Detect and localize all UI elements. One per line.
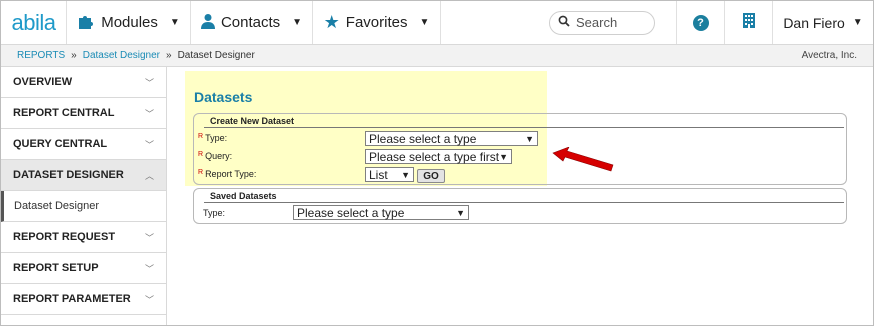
sidebar-item-report-request[interactable]: REPORT REQUEST ﹀ xyxy=(1,222,166,253)
query-select[interactable]: Please select a type first ▼ xyxy=(365,149,512,164)
favorites-menu[interactable]: ★ Favorites ▼ xyxy=(313,1,441,44)
chevron-down-icon: ﹀ xyxy=(144,108,154,119)
building-icon xyxy=(742,12,756,34)
saved-type-field-label: Type: xyxy=(203,208,226,218)
chevron-down-icon: ▼ xyxy=(525,133,534,144)
favorites-label: Favorites xyxy=(345,14,408,31)
sidebar-item-label: REPORT REQUEST xyxy=(13,231,116,243)
saved-datasets-legend: Saved Datasets xyxy=(210,191,277,201)
breadcrumb-dataset-designer-link[interactable]: Dataset Designer xyxy=(83,50,160,61)
legend-divider xyxy=(204,202,844,203)
chevron-down-icon: ▼ xyxy=(456,207,465,218)
search-input[interactable]: Search xyxy=(549,10,655,35)
caret-down-icon: ▼ xyxy=(292,17,303,28)
required-marker: R xyxy=(198,133,204,140)
organization-button[interactable] xyxy=(725,1,773,44)
report-type-field-label: R Report Type: xyxy=(198,169,257,179)
help-icon: ? xyxy=(692,14,709,31)
sidebar-item-label: DATASET DESIGNER xyxy=(13,169,124,181)
saved-type-select[interactable]: Please select a type ▼ xyxy=(293,205,469,220)
type-select[interactable]: Please select a type ▼ xyxy=(365,131,538,146)
required-marker: R xyxy=(198,169,204,176)
chevron-down-icon: ﹀ xyxy=(144,263,154,274)
page-title: Datasets xyxy=(194,89,253,105)
type-field-label: R Type: xyxy=(198,133,228,143)
query-select-value: Please select a type first xyxy=(369,149,500,164)
report-type-select-value: List xyxy=(369,167,388,182)
contacts-menu[interactable]: Contacts ▼ xyxy=(191,1,313,44)
sidebar-item-query-central[interactable]: QUERY CENTRAL ﹀ xyxy=(1,129,166,160)
report-type-select[interactable]: List ▼ xyxy=(365,167,414,182)
puzzle-icon xyxy=(77,13,95,33)
caret-down-icon: ▼ xyxy=(852,17,863,28)
search-placeholder: Search xyxy=(576,15,618,30)
chevron-down-icon: ﹀ xyxy=(144,232,154,243)
breadcrumb-separator: » xyxy=(71,50,77,61)
modules-menu[interactable]: Modules ▼ xyxy=(67,1,191,44)
create-dataset-legend: Create New Dataset xyxy=(210,116,295,126)
legend-divider xyxy=(204,127,844,128)
search-area: Search xyxy=(545,1,677,44)
chevron-down-icon: ﹀ xyxy=(144,77,154,88)
caret-down-icon: ▼ xyxy=(419,17,430,28)
abila-logo[interactable]: abila xyxy=(1,1,67,44)
saved-type-select-value: Please select a type xyxy=(297,205,405,220)
breadcrumb-current: Dataset Designer xyxy=(177,50,255,61)
sidebar-item-report-parameter[interactable]: REPORT PARAMETER ﹀ xyxy=(1,284,166,315)
go-button[interactable]: GO xyxy=(417,169,445,183)
chevron-down-icon: ﹀ xyxy=(144,294,154,305)
sidebar-item-label: REPORT SETUP xyxy=(13,262,99,274)
top-nav: abila Modules ▼ Contacts ▼ ★ Favorites ▼ xyxy=(1,1,873,45)
modules-label: Modules xyxy=(101,14,158,31)
sidebar: OVERVIEW ﹀ REPORT CENTRAL ﹀ QUERY CENTRA… xyxy=(1,67,167,325)
chevron-down-icon: ▼ xyxy=(499,151,508,162)
organization-name: Avectra, Inc. xyxy=(801,50,857,61)
sidebar-item-report-setup[interactable]: REPORT SETUP ﹀ xyxy=(1,253,166,284)
breadcrumb-reports[interactable]: REPORTS xyxy=(17,50,65,61)
sidebar-item-label: QUERY CENTRAL xyxy=(13,138,108,150)
create-dataset-panel: Create New Dataset R Type: Please select … xyxy=(193,113,847,185)
chevron-up-icon: ︿ xyxy=(144,170,154,181)
sidebar-item-report-central[interactable]: REPORT CENTRAL ﹀ xyxy=(1,98,166,129)
person-icon xyxy=(200,13,215,33)
sidebar-subitem-dataset-designer[interactable]: Dataset Designer xyxy=(1,191,166,222)
sidebar-item-overview[interactable]: OVERVIEW ﹀ xyxy=(1,67,166,98)
main-content: Datasets Create New Dataset R Type: Pleas… xyxy=(167,67,873,325)
sidebar-item-label: REPORT CENTRAL xyxy=(13,107,115,119)
sidebar-item-label: REPORT PARAMETER xyxy=(13,293,131,305)
red-arrow-icon xyxy=(552,147,614,172)
contacts-label: Contacts xyxy=(220,14,281,31)
user-menu[interactable]: Dan Fiero ▼ xyxy=(773,1,873,44)
app-window: abila Modules ▼ Contacts ▼ ★ Favorites ▼ xyxy=(0,0,874,326)
breadcrumb: REPORTS » Dataset Designer » Dataset Des… xyxy=(1,45,873,67)
search-icon xyxy=(558,15,570,30)
chevron-down-icon: ﹀ xyxy=(144,139,154,150)
sidebar-item-label: OVERVIEW xyxy=(13,76,73,88)
saved-datasets-panel: Saved Datasets Type: Please select a typ… xyxy=(193,188,847,224)
breadcrumb-separator: » xyxy=(166,50,172,61)
star-icon: ★ xyxy=(323,12,340,32)
required-marker: R xyxy=(198,151,204,158)
sidebar-item-label: Dataset Designer xyxy=(14,200,99,212)
query-field-label: R Query: xyxy=(198,151,233,161)
caret-down-icon: ▼ xyxy=(169,17,180,28)
type-select-value: Please select a type xyxy=(369,131,477,146)
user-name: Dan Fiero xyxy=(783,14,845,31)
help-button[interactable]: ? xyxy=(677,1,725,44)
chevron-down-icon: ▼ xyxy=(401,169,410,180)
sidebar-item-dataset-designer[interactable]: DATASET DESIGNER ︿ xyxy=(1,160,166,191)
